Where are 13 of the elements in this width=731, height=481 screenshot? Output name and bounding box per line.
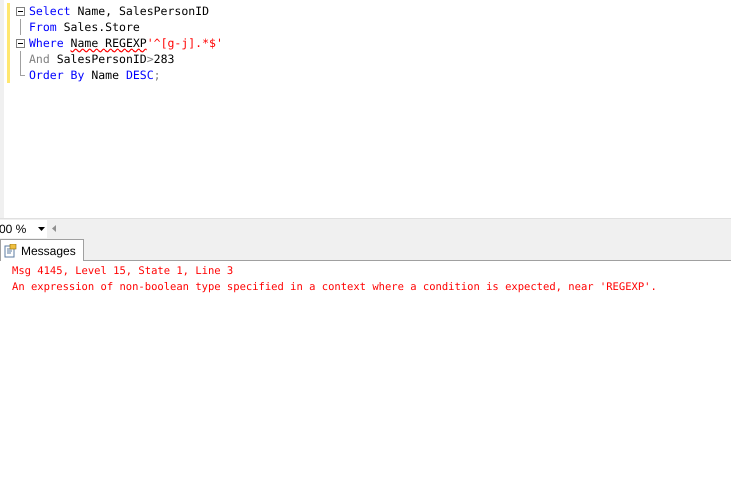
caret-icon (38, 226, 45, 230)
messages-icon (4, 244, 17, 258)
error-message: An expression of non-boolean type specified in a context where a condition is expected, near 'REGEXP'. (12, 280, 658, 295)
code-line: And SalesPersonID>283 (29, 51, 174, 67)
code-line: Order By Name DESC; (29, 67, 161, 83)
code-line: Where Name REGEXP'^[g-j].*$' (29, 35, 223, 51)
error-message: Msg 4145, Level 15, State 1, Line 3 (12, 264, 234, 279)
code-line: Select Name, SalesPersonID (29, 3, 210, 19)
messages-tab[interactable]: Messages (0, 239, 84, 261)
collapse-icon[interactable] (16, 6, 25, 16)
scroll-left-icon[interactable] (52, 225, 56, 232)
collapse-icon[interactable] (16, 38, 25, 48)
code-line: From Sales.Store (29, 19, 140, 35)
